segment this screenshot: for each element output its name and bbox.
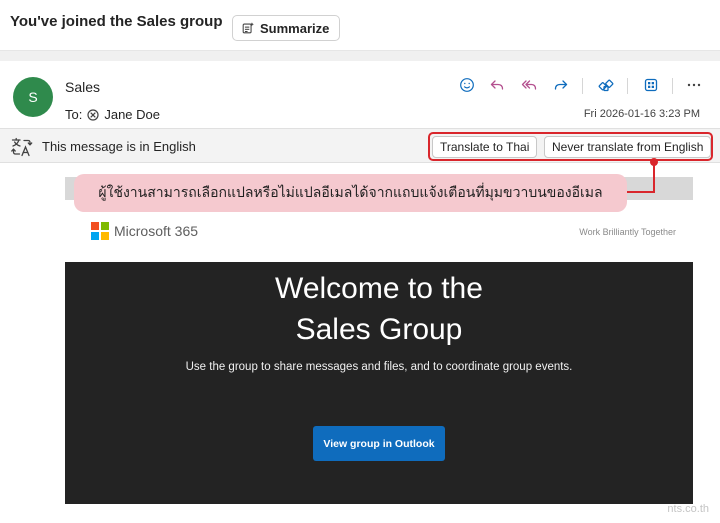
sent-date: Fri 2026-01-16 3:23 PM (583, 108, 700, 120)
microsoft-365-logo: Microsoft 365 (91, 222, 198, 240)
reply-all-icon[interactable] (520, 76, 538, 94)
hero-title: Welcome to the Sales Group (65, 268, 693, 350)
summarize-button[interactable]: Summarize (232, 15, 341, 41)
translation-message: This message is in English (42, 139, 196, 154)
message-actions (0, 76, 720, 96)
hero-title-line: Sales Group (295, 313, 463, 346)
callout-connector (653, 162, 655, 192)
more-icon[interactable] (685, 76, 703, 94)
action-divider (582, 78, 583, 94)
never-translate-button[interactable]: Never translate from English (544, 136, 712, 158)
hero-subtitle: Use the group to share messages and file… (185, 361, 573, 373)
brand-tagline: Work Brilliantly Together (579, 227, 676, 237)
blocked-contact-icon (87, 108, 99, 121)
microsoft-logo-icon (91, 222, 109, 240)
action-divider (672, 78, 673, 94)
subject-header: You've joined the Sales group Summarize (0, 0, 720, 50)
email-subject: You've joined the Sales group (10, 13, 223, 30)
translation-bar: This message is in English Translate to … (0, 128, 720, 163)
translate-to-thai-button[interactable]: Translate to Thai (432, 136, 538, 158)
apps-icon[interactable] (597, 76, 615, 94)
header-separator (0, 50, 720, 61)
summarize-label: Summarize (260, 20, 330, 36)
to-label: To: (65, 107, 83, 122)
callout-connector (627, 191, 655, 193)
action-divider (627, 78, 628, 94)
annotation-callout: ผู้ใช้งานสามารถเลือกแปลหรือไม่แปลอีเมลได… (74, 174, 627, 212)
recipient-row: To: Jane Doe (65, 107, 160, 122)
reply-icon[interactable] (488, 76, 506, 94)
brand-name: Microsoft 365 (114, 223, 199, 239)
welcome-hero: Welcome to the Sales Group Use the group… (65, 262, 693, 504)
translate-icon (11, 137, 33, 157)
hero-title-line: Welcome to the (275, 272, 483, 305)
view-group-button[interactable]: View group in Outlook (313, 426, 445, 461)
recipient-name[interactable]: Jane Doe (104, 107, 160, 122)
emoji-icon[interactable] (458, 76, 476, 94)
watermark: nts.co.th (667, 503, 709, 515)
grid-icon[interactable] (642, 76, 660, 94)
forward-icon[interactable] (552, 76, 570, 94)
summarize-icon (242, 22, 254, 34)
outlook-reading-pane: You've joined the Sales group Summarize … (0, 0, 720, 523)
